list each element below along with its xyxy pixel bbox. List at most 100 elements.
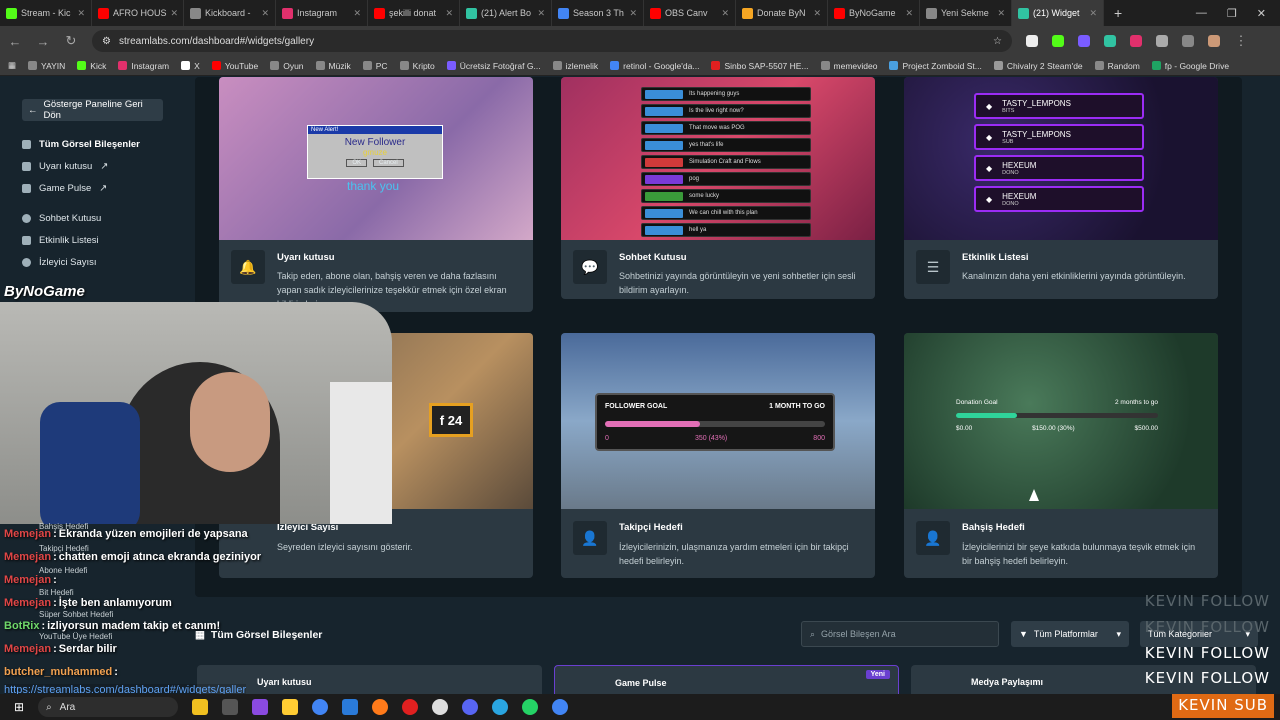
bookmark-item[interactable]: Müzik (315, 61, 351, 71)
widget-card-chat-box[interactable]: Its happening guys Is the live right now… (561, 77, 875, 299)
bookmark-item[interactable]: Kripto (399, 61, 435, 71)
tab-close-icon[interactable]: ✕ (261, 8, 269, 19)
bookmark-star-icon[interactable]: ☆ (993, 36, 1002, 47)
bookmark-item[interactable]: YouTube (211, 61, 258, 71)
tab-close-icon[interactable]: ✕ (905, 8, 913, 19)
browser-tab[interactable]: Stream - Kic ✕ (0, 0, 92, 26)
new-tab-button[interactable]: + (1104, 5, 1132, 21)
chat-username: Memejan (4, 573, 52, 586)
browser-tab[interactable]: şekilli donat ✕ (368, 0, 460, 26)
obs-icon[interactable] (432, 699, 449, 715)
tab-close-icon[interactable]: ✕ (77, 8, 85, 19)
bookmark-item[interactable]: Chivalry 2 Steam'de (993, 61, 1083, 71)
bookmark-item[interactable]: memevideo (820, 61, 877, 71)
browser-tab[interactable]: Kickboard - ✕ (184, 0, 276, 26)
bookmark-item[interactable]: Random (1094, 61, 1140, 71)
sidebar-item-event-list[interactable]: Etkinlik Listesi (22, 235, 99, 246)
tab-close-icon[interactable]: ✕ (813, 8, 821, 19)
app-icon[interactable] (252, 699, 269, 715)
browser-tab[interactable]: AFRO HOUS ✕ (92, 0, 184, 26)
bookmark-item[interactable]: Kick (77, 61, 106, 71)
bookmark-item[interactable]: PC (362, 61, 388, 71)
chrome-icon[interactable] (312, 699, 329, 715)
browser-tab[interactable]: Season 3 Th ✕ (552, 0, 644, 26)
extension-icon[interactable] (1078, 35, 1090, 47)
apps-grid-icon[interactable]: ▦ (8, 60, 16, 71)
download-icon[interactable] (1182, 35, 1194, 47)
widget-card-follower-goal[interactable]: FOLLOWER GOAL 1 MONTH TO GO 0 350 (43%) 800… (561, 333, 875, 578)
sidebar-item-chat-box[interactable]: Sohbet Kutusu (22, 213, 101, 224)
bookmark-item[interactable]: X (181, 61, 200, 71)
firefox-icon[interactable] (372, 699, 389, 715)
profile-avatar-icon[interactable] (1208, 35, 1220, 47)
extension-icon[interactable] (1130, 35, 1142, 47)
widget-card-event-list[interactable]: ◆ TASTY_LEMPONS BITS ◆ TASTY_LEMPONS SUB ◆ HEXE… (904, 77, 1218, 299)
tab-label: Instagram (297, 8, 338, 18)
extension-icon[interactable] (1052, 35, 1064, 47)
extensions-puzzle-icon[interactable] (1156, 35, 1168, 47)
url-field[interactable]: ⚙ streamlabs.com/dashboard#/widgets/gall… (92, 30, 1012, 52)
close-icon[interactable]: ✕ (1257, 7, 1266, 20)
tab-close-icon[interactable]: ✕ (537, 8, 545, 19)
bookmark-item[interactable]: fp - Google Drive (1151, 61, 1229, 71)
copilot-icon[interactable] (192, 699, 209, 715)
browser-tab[interactable]: Yeni Sekme ✕ (920, 0, 1012, 26)
browser-tab[interactable]: (21) Alert Bo ✕ (460, 0, 552, 26)
file-explorer-icon[interactable] (282, 699, 299, 715)
tab-close-icon[interactable]: ✕ (1089, 8, 1097, 19)
reload-icon[interactable]: ↻ (64, 33, 78, 49)
platform-filter-dropdown[interactable]: ▼ Tüm Platformlar ▾ (1011, 621, 1129, 647)
bookmark-item[interactable]: izlemelik (552, 61, 598, 71)
tab-close-icon[interactable]: ✕ (353, 8, 361, 19)
chrome-icon[interactable] (552, 699, 569, 715)
whatsapp-icon[interactable] (522, 699, 539, 715)
forward-icon[interactable]: → (36, 34, 50, 49)
browser-tab[interactable]: OBS Canv ✕ (644, 0, 736, 26)
site-info-icon[interactable]: ⚙ (102, 36, 111, 47)
bookmark-icon (820, 61, 830, 70)
bookmark-item[interactable]: Oyun (270, 61, 304, 71)
bookmark-item[interactable]: Ücretsiz Fotoğraf G... (446, 61, 541, 71)
maximize-icon[interactable]: ❐ (1227, 7, 1237, 20)
external-link-icon: ↗ (99, 183, 108, 194)
extension-icon[interactable] (1104, 35, 1116, 47)
tab-close-icon[interactable]: ✕ (171, 8, 179, 19)
sidebar-item-game-pulse[interactable]: Game Pulse ↗ (22, 183, 107, 194)
windows-start-icon[interactable]: ⊞ (14, 700, 24, 714)
extension-icon[interactable] (1026, 35, 1038, 47)
bookmark-item[interactable]: retinol - Google'da... (610, 61, 699, 71)
tab-close-icon[interactable]: ✕ (629, 8, 637, 19)
minimize-icon[interactable]: — (1196, 7, 1207, 20)
bookmark-item[interactable]: Instagram (118, 61, 169, 71)
browser-tab[interactable]: Donate ByN ✕ (736, 0, 828, 26)
tab-close-icon[interactable]: ✕ (445, 8, 453, 19)
bookmark-item[interactable]: Project Zomboid St... (889, 61, 982, 71)
back-icon[interactable]: ← (8, 34, 22, 49)
mail-icon[interactable] (342, 699, 359, 715)
widget-card-alert-box[interactable]: New Alert! New Follower gmuze OK Cancel … (219, 77, 533, 312)
opera-icon[interactable] (402, 699, 419, 715)
sidebar-item-viewer-count[interactable]: İzleyici Sayısı (22, 257, 97, 268)
taskbar-search[interactable]: ⌕ Ara (38, 697, 179, 717)
browser-tab[interactable]: ByNoGame ✕ (828, 0, 920, 26)
browser-tab[interactable]: (21) Widget ✕ (1012, 0, 1104, 26)
tab-close-icon[interactable]: ✕ (997, 8, 1005, 19)
tab-favicon-icon (650, 7, 661, 19)
menu-icon[interactable]: ⋮ (1234, 33, 1248, 49)
widget-search-input[interactable]: ⌕ Görsel Bileşen Ara (801, 621, 999, 647)
discord-icon[interactable] (462, 699, 479, 715)
widget-list-item[interactable]: Game Pulse Yeni (554, 665, 899, 697)
chat-separator: : (41, 619, 46, 632)
sidebar-item-all-widgets[interactable]: Tüm Görsel Bileşenler (22, 139, 140, 150)
bookmark-item[interactable]: YAYIN (28, 61, 65, 71)
bookmark-item[interactable]: Sinbo SAP-5507 HE... (711, 61, 809, 71)
tab-close-icon[interactable]: ✕ (721, 8, 729, 19)
sidebar-item-alert-box[interactable]: Uyarı kutusu ↗ (22, 161, 108, 172)
browser-tab[interactable]: Instagram ✕ (276, 0, 368, 26)
card-title: Takipçi Hedefi (619, 522, 683, 533)
telegram-icon[interactable] (492, 699, 509, 715)
bookmark-label: X (194, 60, 200, 71)
back-to-dashboard-button[interactable]: ← Gösterge Paneline Geri Dön (22, 99, 163, 121)
task-view-icon[interactable] (222, 699, 239, 715)
widget-card-donation-goal[interactable]: Donation Goal 2 months to go $0.00 $150.00… (904, 333, 1218, 578)
